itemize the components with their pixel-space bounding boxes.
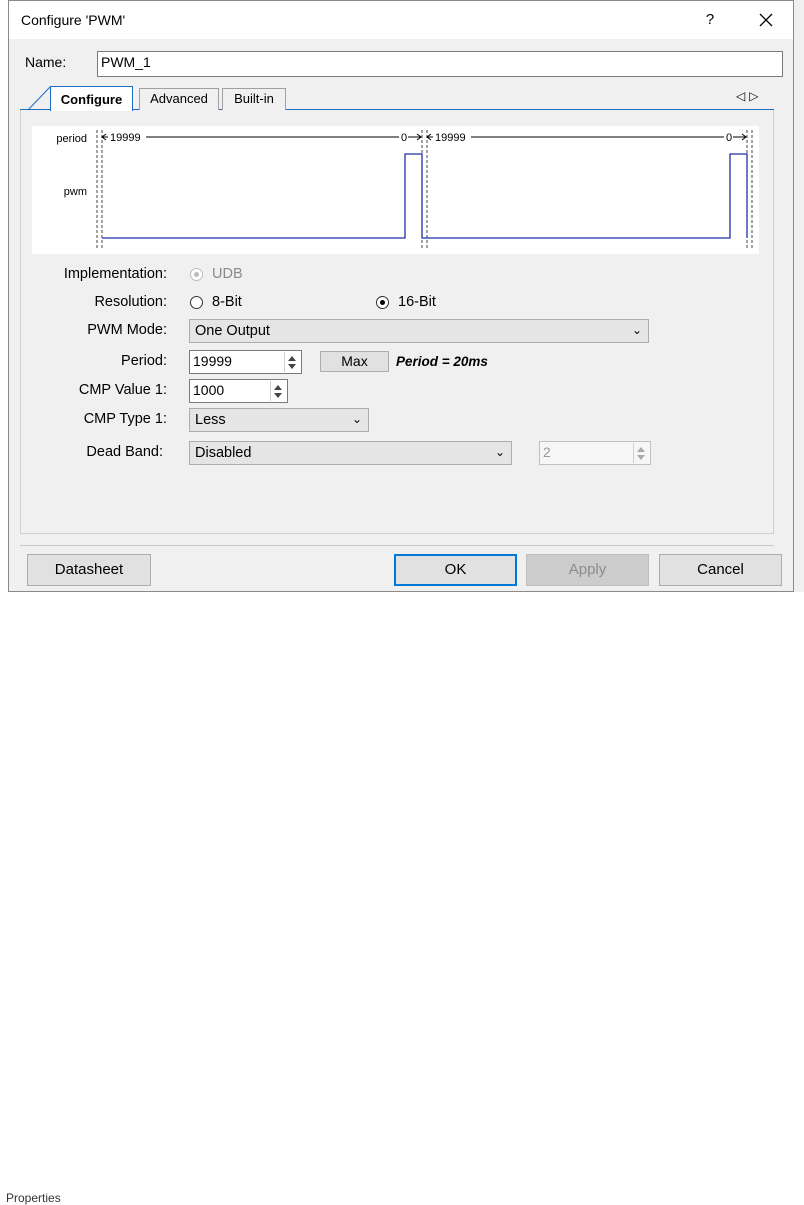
tab-configure[interactable]: Configure bbox=[50, 86, 133, 111]
name-label: Name: bbox=[25, 54, 67, 70]
implementation-udb-label: UDB bbox=[212, 266, 243, 282]
period-spinbox[interactable]: 19999 bbox=[189, 350, 302, 374]
resolution-label: Resolution: bbox=[94, 294, 167, 310]
cmp-type-1-value: Less bbox=[195, 412, 226, 428]
cmp-value-1-stepper[interactable] bbox=[270, 381, 286, 401]
title-bar: Configure 'PWM' ? bbox=[9, 1, 793, 39]
cmp-type-1-label: CMP Type 1: bbox=[83, 411, 167, 427]
period-label: Period: bbox=[121, 353, 167, 369]
dead-band-spin-value: 2 bbox=[543, 444, 551, 460]
dialog-title: Configure 'PWM' bbox=[21, 12, 126, 28]
dead-band-spinbox: 2 bbox=[539, 441, 651, 465]
ok-button[interactable]: OK bbox=[394, 554, 517, 586]
name-input[interactable]: PWM_1 bbox=[97, 51, 783, 77]
spin-up-icon bbox=[274, 385, 282, 390]
cmp-type-1-select[interactable]: Less ⌄ bbox=[189, 408, 369, 432]
period-start-label-2: 19999 bbox=[435, 132, 466, 144]
waveform-pwm-label: pwm bbox=[64, 186, 87, 198]
waveform-preview: period pwm 19999 0 19999 0 bbox=[32, 126, 759, 254]
tab-advanced[interactable]: Advanced bbox=[139, 88, 219, 110]
help-button[interactable]: ? bbox=[697, 7, 723, 33]
pwm-trace bbox=[102, 153, 748, 239]
datasheet-button[interactable]: Datasheet bbox=[27, 554, 151, 586]
dead-band-stepper bbox=[633, 443, 649, 463]
background-window: Properties bbox=[0, 592, 804, 1205]
pwm-mode-label: PWM Mode: bbox=[87, 322, 167, 338]
footer-separator bbox=[20, 545, 774, 546]
background-text: Properties bbox=[6, 1191, 61, 1205]
max-button[interactable]: Max bbox=[320, 351, 389, 372]
spin-down-icon bbox=[637, 455, 645, 460]
implementation-label: Implementation: bbox=[63, 266, 167, 282]
chevron-down-icon: ⌄ bbox=[494, 445, 505, 459]
tab-scroll-left-icon[interactable]: ◁ bbox=[736, 89, 749, 103]
cmp-value-1-label: CMP Value 1: bbox=[78, 382, 167, 398]
resolution-16bit-radio[interactable] bbox=[376, 296, 389, 309]
apply-button: Apply bbox=[526, 554, 649, 586]
resolution-8bit-label[interactable]: 8-Bit bbox=[212, 294, 242, 310]
resolution-16bit-label[interactable]: 16-Bit bbox=[398, 294, 436, 310]
close-icon bbox=[759, 13, 773, 27]
spin-down-icon bbox=[288, 364, 296, 369]
waveform-period-label: period bbox=[56, 133, 87, 145]
spin-up-icon bbox=[288, 356, 296, 361]
period-end-label: 0 bbox=[401, 132, 407, 144]
tab-built-in[interactable]: Built-in bbox=[222, 88, 286, 110]
dead-band-value: Disabled bbox=[195, 445, 252, 461]
close-button[interactable] bbox=[753, 7, 779, 33]
pwm-mode-value: One Output bbox=[195, 323, 270, 339]
tab-scroll-right-icon[interactable]: ▷ bbox=[749, 89, 762, 103]
resolution-8bit-radio[interactable] bbox=[190, 296, 203, 309]
tab-scroll: ◁▷ bbox=[736, 89, 762, 103]
period-stepper[interactable] bbox=[284, 352, 300, 372]
dead-band-label: Dead Band: bbox=[86, 444, 163, 460]
pwm-mode-select[interactable]: One Output ⌄ bbox=[189, 319, 649, 343]
cmp-value-1-value: 1000 bbox=[193, 382, 225, 398]
chevron-down-icon: ⌄ bbox=[351, 412, 362, 426]
period-note: Period = 20ms bbox=[396, 354, 488, 369]
implementation-udb-radio bbox=[190, 268, 203, 281]
cancel-button[interactable]: Cancel bbox=[659, 554, 782, 586]
chevron-down-icon: ⌄ bbox=[631, 323, 642, 337]
dead-band-select[interactable]: Disabled ⌄ bbox=[189, 441, 512, 465]
period-start-label: 19999 bbox=[110, 132, 141, 144]
cmp-value-1-spinbox[interactable]: 1000 bbox=[189, 379, 288, 403]
period-end-label-2: 0 bbox=[726, 132, 732, 144]
spin-up-icon bbox=[637, 447, 645, 452]
spin-down-icon bbox=[274, 393, 282, 398]
period-value: 19999 bbox=[193, 353, 232, 369]
